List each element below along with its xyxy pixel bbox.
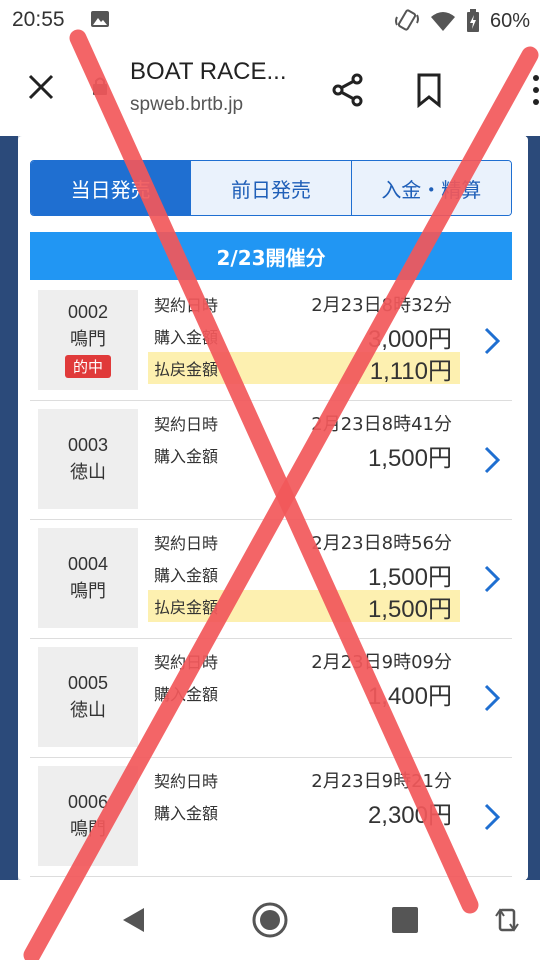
purchase-list: 0002 鳴門 的中 契約日時 2月23日8時32分 購入金額 3,000円 払… [30, 282, 512, 877]
status-bar: 20:55 60% [0, 0, 540, 44]
more-icon[interactable] [520, 70, 540, 110]
ticket-number: 0002 [67, 302, 109, 322]
venue-name: 鳴門 [70, 818, 106, 840]
rotate-icon[interactable] [494, 904, 520, 936]
vibrate-icon [394, 9, 419, 31]
race-box: 0004 鳴門 [38, 528, 138, 628]
contract-line: 契約日時 2月23日9時09分 [148, 645, 460, 677]
purchase-amount: 2,300円 [367, 801, 452, 829]
contract-datetime: 2月23日9時21分 [311, 771, 452, 792]
chevron-right-icon[interactable] [482, 564, 502, 594]
web-content: 当日発売 前日発売 入金・精算 2/23開催分 0002 鳴門 的中 契約日時 … [0, 136, 540, 880]
backdrop-left [0, 136, 18, 880]
list-item[interactable]: 0005 徳山 契約日時 2月23日9時09分 購入金額 1,400円 [30, 639, 512, 758]
share-icon[interactable] [330, 72, 366, 108]
image-icon [91, 11, 109, 27]
purchase-amount: 1,500円 [367, 444, 452, 472]
contract-line: 契約日時 2月23日8時56分 [148, 526, 460, 558]
contract-label: 契約日時 [154, 653, 219, 672]
purchase-line: 購入金額 2,300円 [148, 796, 460, 829]
payout-amount: 1,110円 [369, 357, 452, 385]
purchase-line: 購入金額 1,500円 [148, 439, 460, 472]
contract-line: 契約日時 2月23日8時32分 [148, 288, 460, 320]
contract-label: 契約日時 [154, 296, 219, 315]
tab-today-sales[interactable]: 当日発売 [31, 161, 192, 215]
payout-label: 払戻金額 [154, 360, 219, 379]
contract-datetime: 2月23日8時32分 [311, 295, 452, 316]
ticket-number: 0004 [67, 553, 109, 574]
contract-label: 契約日時 [154, 415, 219, 434]
tab-bar: 当日発売 前日発売 入金・精算 [30, 160, 512, 216]
close-icon[interactable] [24, 70, 58, 104]
purchase-amount: 1,500円 [367, 563, 452, 591]
race-box: 0003 徳山 [38, 409, 138, 509]
status-right: 60% [394, 6, 530, 36]
tab-deposit-settlement[interactable]: 入金・精算 [351, 161, 511, 215]
system-nav-bar [0, 880, 540, 960]
modal-panel: 当日発売 前日発売 入金・精算 2/23開催分 0002 鳴門 的中 契約日時 … [18, 136, 528, 880]
chevron-right-icon[interactable] [482, 326, 502, 356]
contract-datetime: 2月23日8時56分 [311, 533, 452, 554]
ticket-number: 0005 [67, 672, 109, 693]
list-item[interactable]: 0006 鳴門 契約日時 2月23日9時21分 購入金額 2,300円 [30, 758, 512, 877]
date-header: 2/23開催分 [30, 232, 512, 280]
lock-icon [93, 77, 107, 95]
recent-apps-icon[interactable] [392, 907, 418, 933]
page-url: spweb.brtb.jp [130, 94, 244, 115]
race-box: 0006 鳴門 [38, 766, 138, 866]
chevron-right-icon[interactable] [482, 683, 502, 713]
venue-name: 徳山 [70, 699, 106, 721]
back-icon[interactable] [120, 906, 148, 934]
venue-name: 徳山 [70, 461, 106, 483]
payout-label: 払戻金額 [154, 598, 219, 617]
payout-amount: 1,500円 [367, 595, 452, 623]
payout-line: 払戻金額 1,110円 [148, 352, 460, 385]
tab-previous-day-sales[interactable]: 前日発売 [191, 161, 352, 215]
purchase-label: 購入金額 [154, 685, 219, 704]
backdrop-right [526, 136, 540, 880]
ticket-number: 0003 [67, 434, 109, 455]
chevron-right-icon[interactable] [482, 445, 502, 475]
wifi-icon [430, 12, 455, 31]
race-box: 0002 鳴門 的中 [38, 290, 138, 390]
purchase-amount: 3,000円 [367, 325, 452, 353]
contract-datetime: 2月23日9時09分 [311, 652, 452, 673]
list-item[interactable]: 0003 徳山 契約日時 2月23日8時41分 購入金額 1,500円 [30, 401, 512, 520]
browser-toolbar: BOAT RACE... spweb.brtb.jp [0, 44, 540, 136]
purchase-amount: 1,400円 [367, 682, 452, 710]
chevron-right-icon[interactable] [482, 802, 502, 832]
page-title: BOAT RACE... [130, 58, 287, 85]
venue-name: 鳴門 [70, 329, 106, 350]
list-item[interactable]: 0002 鳴門 的中 契約日時 2月23日8時32分 購入金額 3,000円 払… [30, 282, 512, 401]
ticket-number: 0006 [67, 791, 109, 812]
hit-badge: 的中 [64, 355, 111, 378]
purchase-line: 購入金額 1,500円 [148, 558, 460, 591]
venue-name: 鳴門 [70, 580, 106, 602]
purchase-label: 購入金額 [154, 566, 219, 585]
contract-line: 契約日時 2月23日8時41分 [148, 407, 460, 439]
race-box: 0005 徳山 [38, 647, 138, 747]
home-icon[interactable] [250, 900, 290, 940]
contract-label: 契約日時 [154, 772, 219, 791]
status-time: 20:55 [12, 8, 65, 31]
purchase-label: 購入金額 [154, 328, 219, 347]
contract-label: 契約日時 [154, 534, 219, 553]
payout-line: 払戻金額 1,500円 [148, 590, 460, 623]
battery-percent: 60% [489, 9, 530, 32]
contract-datetime: 2月23日8時41分 [311, 414, 452, 435]
purchase-label: 購入金額 [154, 804, 219, 823]
purchase-line: 購入金額 1,400円 [148, 677, 460, 710]
bookmark-icon[interactable] [414, 72, 444, 108]
list-item[interactable]: 0004 鳴門 契約日時 2月23日8時56分 購入金額 1,500円 払戻金額… [30, 520, 512, 639]
contract-line: 契約日時 2月23日9時21分 [148, 764, 460, 796]
battery-icon [466, 9, 479, 32]
purchase-label: 購入金額 [154, 447, 219, 466]
purchase-line: 購入金額 3,000円 [148, 320, 460, 353]
